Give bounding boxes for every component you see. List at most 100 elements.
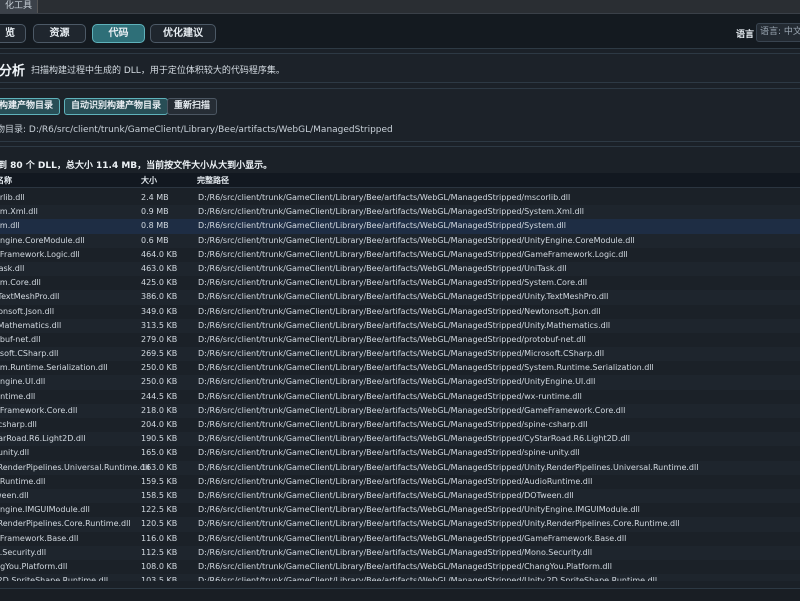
table-row[interactable]: eFramework.Logic.dll 464.0 KB D:/R6/src/cl… [0,248,800,262]
build-output-dir-button[interactable]: 构建产物目录 [0,98,61,115]
dll-size-cell: 159.5 KB [141,476,178,486]
dll-name-cell: ween.dll [0,490,29,500]
table-row[interactable]: ween.dll 158.5 KB D:/R6/src/client/trunk/G… [0,488,800,504]
table-row[interactable]: untime.dll 244.5 KB D:/R6/src/client/trunk… [0,390,800,404]
dll-path-cell: D:/R6/src/client/trunk/GameClient/Librar… [198,576,658,581]
dll-size-cell: 158.5 KB [141,490,178,500]
dll-name-cell: tonsoft.Json.dll [0,306,55,316]
table-row[interactable]: Engine.CoreModule.dll 0.6 MB D:/R6/src/cli… [0,233,800,248]
window-tab[interactable]: 化工具 [0,0,39,13]
dll-size-cell: 0.8 MB [141,221,169,231]
toolbar: 构建产物目录 自动识别构建产物目录 重新扫描 物目录: D:/R6/src/cl… [0,88,800,142]
dll-name-cell: em.dll [0,221,20,231]
language-select[interactable]: 语言: 中文 [756,23,800,42]
table-row[interactable]: .Mathematics.dll 313.5 KB D:/R6/src/client… [0,318,800,333]
table-row[interactable]: Task.dll 463.0 KB D:/R6/src/client/trunk/G… [0,261,800,277]
column-header-name[interactable]: 名称 [0,175,12,186]
column-header-size[interactable]: 大小 [141,175,157,186]
table-row[interactable]: em.dll 0.8 MB D:/R6/src/client/trunk/GameC… [0,219,800,234]
dll-path-cell: D:/R6/src/client/trunk/GameClient/Librar… [198,434,630,444]
dll-size-cell: 103.5 KB [141,576,178,581]
page-description: 扫描构建过程中生成的 DLL，用于定位体积较大的代码程序集。 [31,66,285,76]
dll-size-cell: 122.5 KB [141,505,178,515]
dll-size-cell: 190.5 KB [141,434,178,444]
dll-path-cell: D:/R6/src/client/trunk/GameClient/Librar… [198,363,654,373]
dll-path-cell: D:/R6/src/client/trunk/GameClient/Librar… [198,334,586,344]
main-tab-bar: 览 资源 代码 优化建议 [0,14,800,49]
dll-size-cell: 279.0 KB [141,334,178,344]
tab-code[interactable]: 代码 [92,24,145,43]
dll-table-body[interactable]: orlib.dll 2.4 MB D:/R6/src/client/trunk/Ga… [0,191,800,581]
dll-size-cell: 165.0 KB [141,448,178,458]
dll-path-cell: D:/R6/src/client/trunk/GameClient/Librar… [198,320,611,330]
dll-path-cell: D:/R6/src/client/trunk/GameClient/Librar… [198,448,580,458]
dll-name-cell: Engine.CoreModule.dll [0,235,85,245]
dll-name-cell: em.Xml.dll [0,207,38,217]
dll-path-cell: D:/R6/src/client/trunk/GameClient/Librar… [198,377,596,387]
dll-name-cell: .RenderPipelines.Universal.Runtime.dll [0,462,150,472]
dll-path-cell: D:/R6/src/client/trunk/GameClient/Librar… [198,263,567,273]
table-row[interactable]: orlib.dll 2.4 MB D:/R6/src/client/trunk/Ga… [0,191,800,205]
dll-size-cell: 120.5 KB [141,519,178,529]
dll-size-cell: 250.0 KB [141,363,178,373]
title-bar: 化工具 [0,0,800,14]
table-row[interactable]: -csharp.dll 204.0 KB D:/R6/src/client/trun… [0,418,800,432]
dll-size-cell: 112.5 KB [141,547,178,557]
dll-size-cell: 463.0 KB [141,263,178,273]
rescan-button[interactable]: 重新扫描 [167,98,218,115]
table-row[interactable]: obuf-net.dll 279.0 KB D:/R6/src/client/tru… [0,333,800,347]
output-dir-line: 物目录: D:/R6/src/client/trunk/GameClient/L… [0,122,393,135]
dll-path-cell: D:/R6/src/client/trunk/GameClient/Librar… [198,519,680,529]
tab-resources[interactable]: 资源 [33,24,86,43]
table-row[interactable]: em.Core.dll 425.0 KB D:/R6/src/client/trun… [0,276,800,290]
tab-optimization[interactable]: 优化建议 [150,24,216,43]
dll-path-cell: D:/R6/src/client/trunk/GameClient/Librar… [198,349,605,359]
table-row[interactable]: eFramework.Core.dll 218.0 KB D:/R6/src/cli… [0,403,800,418]
table-row[interactable]: -unity.dll 165.0 KB D:/R6/src/client/trunk… [0,446,800,460]
dll-size-cell: 0.6 MB [141,235,169,245]
dll-name-cell: .RenderPipelines.Core.Runtime.dll [0,519,131,529]
dll-size-cell: 2.4 MB [141,193,169,202]
table-row[interactable]: Engine.IMGUIModule.dll 122.5 KB D:/R6/src/… [0,503,800,517]
dll-name-cell: osoft.CSharp.dll [0,349,59,359]
dll-name-cell: eFramework.Base.dll [0,533,79,543]
tab-overview[interactable]: 览 [0,24,26,43]
summary-section: 到 80 个 DLL，总大小 11.4 MB，当前按文件大小从大到小显示。 [0,146,800,173]
table-row[interactable]: tonsoft.Json.dll 349.0 KB D:/R6/src/client… [0,305,800,319]
table-row[interactable]: oRuntime.dll 159.5 KB D:/R6/src/client/tru… [0,475,800,489]
dll-path-cell: D:/R6/src/client/trunk/GameClient/Librar… [198,292,609,302]
dll-path-cell: D:/R6/src/client/trunk/GameClient/Librar… [198,561,612,571]
table-row[interactable]: em.Xml.dll 0.9 MB D:/R6/src/client/trunk/G… [0,205,800,220]
dll-size-cell: 108.0 KB [141,561,178,571]
table-row[interactable]: osoft.CSharp.dll 269.5 KB D:/R6/src/client… [0,347,800,362]
dll-path-cell: D:/R6/src/client/trunk/GameClient/Librar… [198,420,588,429]
table-row[interactable]: .RenderPipelines.Core.Runtime.dll 120.5 K… [0,517,800,532]
dll-name-cell: eFramework.Core.dll [0,405,78,415]
table-row[interactable]: eFramework.Base.dll 116.0 KB D:/R6/src/cli… [0,532,800,546]
dll-size-cell: 244.5 KB [141,391,178,401]
table-row[interactable]: o.Security.dll 112.5 KB D:/R6/src/client/t… [0,545,800,560]
dll-name-cell: -csharp.dll [0,420,37,429]
table-row[interactable]: ngYou.Platform.dll 108.0 KB D:/R6/src/clie… [0,560,800,574]
dll-name-cell: eFramework.Logic.dll [0,249,80,259]
dll-size-cell: 313.5 KB [141,320,178,330]
dll-path-cell: D:/R6/src/client/trunk/GameClient/Librar… [198,505,640,515]
dll-name-cell: em.Runtime.Serialization.dll [0,363,108,373]
dll-name-cell: ngYou.Platform.dll [0,561,68,571]
table-row[interactable]: .2D.SpriteShape.Runtime.dll 103.5 KB D:/R6… [0,574,800,581]
dll-path-cell: D:/R6/src/client/trunk/GameClient/Librar… [198,533,627,543]
table-row[interactable]: em.Runtime.Serialization.dll 250.0 KB D:/R… [0,361,800,375]
page-title: 分析 [0,64,26,79]
dll-name-cell: .TextMeshPro.dll [0,292,60,302]
dll-name-cell: Engine.UI.dll [0,377,46,387]
dll-size-cell: 349.0 KB [141,306,178,316]
table-row[interactable]: .TextMeshPro.dll 386.0 KB D:/R6/src/client… [0,290,800,305]
status-bar [0,588,800,601]
table-row[interactable]: tarRoad.R6.Light2D.dll 190.5 KB D:/R6/src/… [0,432,800,447]
auto-detect-dir-button[interactable]: 自动识别构建产物目录 [64,98,169,115]
column-header-path[interactable]: 完整路径 [197,175,229,186]
table-row[interactable]: .RenderPipelines.Universal.Runtime.dll 16… [0,460,800,475]
table-row[interactable]: Engine.UI.dll 250.0 KB D:/R6/src/client/tr… [0,375,800,390]
dll-name-cell: Task.dll [0,263,25,273]
dll-size-cell: 425.0 KB [141,278,178,288]
